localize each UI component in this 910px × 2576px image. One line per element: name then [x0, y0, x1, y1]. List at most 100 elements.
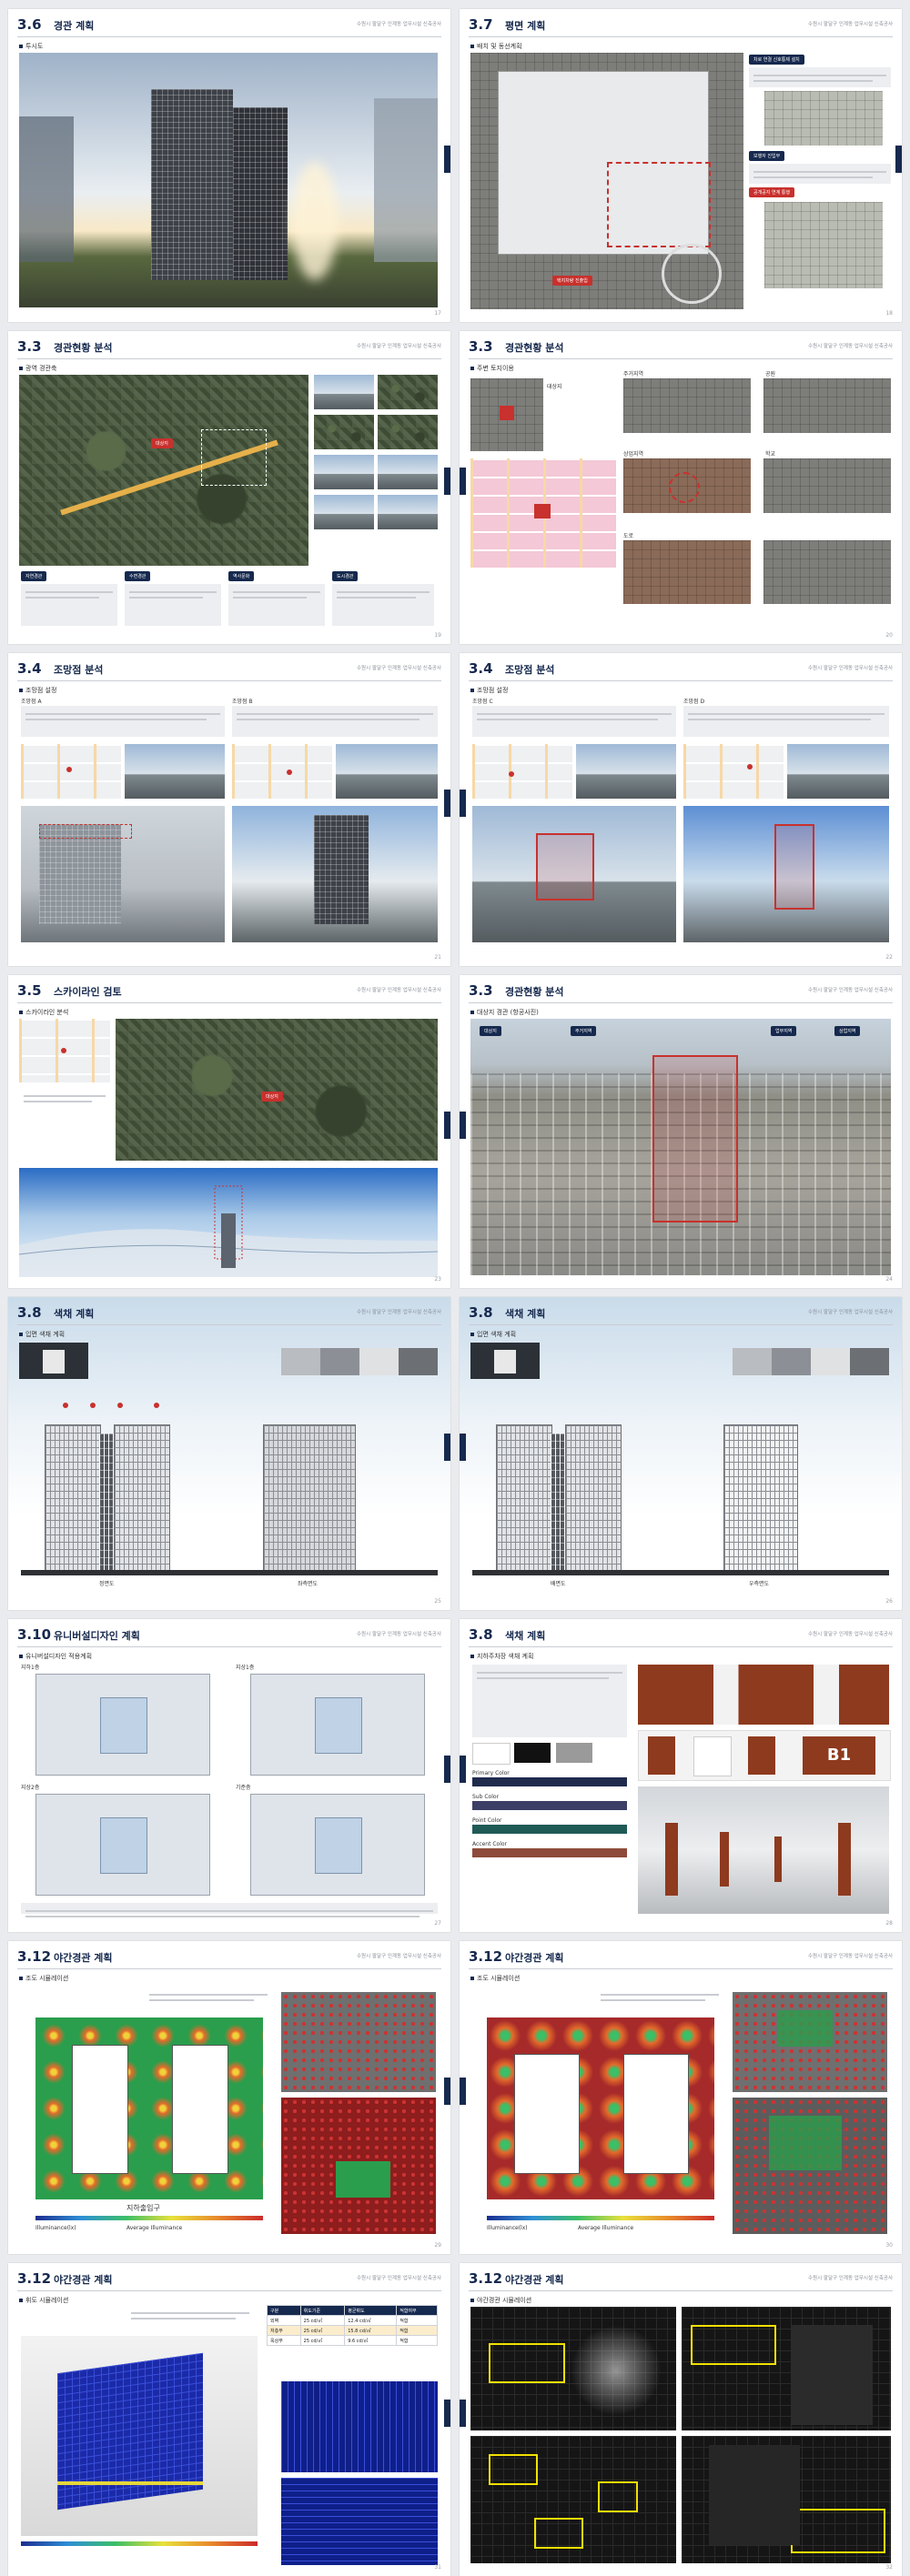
page-title: 색채 계획	[505, 1630, 546, 1642]
page-landscape-plan: 3.6 경관 계획 수원시 팔달구 인계동 업무시설 신축공사 투시도 17	[8, 9, 450, 322]
label-residential: 주거지역	[623, 371, 644, 377]
label-commercial: 상업지역	[623, 451, 644, 458]
legend-average: Average Illuminance	[578, 2225, 634, 2231]
section-subtitle: 조도 시뮬레이션	[19, 1974, 68, 1983]
page-landscape-status-2: 3.3 경관현황 분석 수원시 팔달구 인계동 업무시설 신축공사 주변 토지이용 …	[460, 331, 902, 644]
callout-signal: 차로 연결 신호통제 설치	[749, 55, 804, 65]
col-a-title: 조망점 A	[21, 699, 42, 705]
header-rule	[17, 1002, 441, 1003]
ground-line	[472, 1570, 889, 1575]
section-subtitle: 입면 색채 계획	[19, 1330, 65, 1339]
project-name: 수원시 팔달구 인계동 업무시설 신축공사	[356, 2276, 441, 2281]
page-folio: 29	[434, 2242, 441, 2249]
page-folio: 21	[434, 954, 441, 961]
cell: 12.4 cd/㎡	[344, 2315, 398, 2326]
front-elevation	[45, 1424, 101, 1572]
cell: 적합	[396, 2315, 438, 2326]
luminance-legend	[21, 2541, 258, 2546]
project-name: 수원시 팔달구 인계동 업무시설 신축공사	[356, 1632, 441, 1637]
cell: 25 cd/㎡	[299, 2325, 346, 2336]
render-facade	[281, 1992, 436, 2092]
page-number: 3.4	[469, 660, 493, 677]
page-title: 경관현황 분석	[54, 342, 113, 354]
swatch-black	[514, 1743, 551, 1763]
project-name: 수원시 팔달구 인계동 업무시설 신축공사	[356, 344, 441, 349]
plan-1f	[250, 1674, 425, 1776]
table-row: 외벽 25 cd/㎡ 12.4 cd/㎡ 적합	[267, 2315, 438, 2326]
bar-sub	[472, 1801, 627, 1810]
luminance-render-2	[281, 2381, 438, 2472]
page-number: 3.6	[17, 16, 42, 33]
right-elevation	[723, 1424, 798, 1572]
th-category: 구분	[267, 2305, 301, 2316]
legend-history: 역사문화	[228, 571, 255, 581]
th-result: 적합여부	[396, 2305, 438, 2316]
page-floor-plan: 3.7 평면 계획 수원시 팔달구 인계동 업무시설 신축공사 배치 및 동선계획 …	[460, 9, 902, 322]
header-rule	[469, 1002, 893, 1003]
illuminance-legend	[487, 2216, 714, 2220]
map-b	[232, 744, 332, 799]
project-name: 수원시 팔달구 인계동 업무시설 신축공사	[356, 1310, 441, 1315]
page-number: 3.12	[17, 2270, 52, 2287]
page-title: 경관 계획	[54, 20, 95, 32]
desc-text	[125, 584, 221, 626]
legend-illuminance: Illuminance(lx)	[35, 2225, 76, 2231]
key-plan-thumb	[470, 1343, 540, 1379]
label-front: 정면도	[99, 1581, 115, 1587]
skyline-notes	[19, 1088, 110, 1161]
page-number: 3.8	[469, 1626, 493, 1643]
page-title: 색채 계획	[54, 1308, 95, 1320]
sim-notes	[126, 2305, 254, 2332]
section-subtitle: 대상지 경관 (항공사진)	[470, 1008, 539, 1017]
callout-vehicle: 택지차량 진출입	[552, 276, 592, 286]
luminance-table: 구분 휘도기준 평균휘도 적합여부 외벽 25 cd/㎡ 12.4 cd/㎡ 적합 저층부 2…	[267, 2305, 438, 2346]
page-title: 평면 계획	[505, 20, 546, 32]
location-map	[19, 1019, 110, 1082]
page-title: 조망점 분석	[54, 664, 104, 676]
project-name: 수원시 팔달구 인계동 업무시설 신축공사	[356, 22, 441, 27]
tag-office: 업무지역	[771, 1026, 797, 1036]
landuse-photo-2	[763, 378, 891, 433]
parking-sign-set	[638, 1665, 889, 1725]
section-subtitle: 야간경관 시뮬레이션	[470, 2296, 531, 2305]
tag-site: 대상지	[480, 1026, 501, 1036]
cell: 25 cd/㎡	[299, 2315, 346, 2326]
section-subtitle: 유니버설디자인 적용계획	[19, 1652, 92, 1661]
section-subtitle: 조망점 설정	[470, 686, 508, 695]
page-number: 3.12	[17, 1948, 52, 1965]
col-b-title: 조망점 B	[232, 699, 253, 705]
table-row: 저층부 25 cd/㎡ 15.8 cd/㎡ 적합	[267, 2325, 438, 2336]
marker	[154, 1403, 159, 1408]
landuse-photo-5	[623, 540, 751, 604]
section-tab	[895, 146, 902, 173]
landuse-photo-3	[623, 458, 751, 513]
section-tab	[460, 468, 466, 495]
cell: 적합	[396, 2335, 438, 2346]
header-rule	[17, 1324, 441, 1325]
photo-a	[125, 744, 225, 799]
legend-urban: 도시경관	[332, 571, 359, 581]
oblique-aerial-photo: 대상지 주거지역 업무지역 상업지역	[470, 1019, 891, 1275]
thumb-5	[314, 455, 374, 489]
front-elevation-b	[114, 1424, 170, 1572]
project-name: 수원시 팔달구 인계동 업무시설 신축공사	[807, 344, 893, 349]
page-night-landscape-2: 3.12 야간경관 계획 수원시 팔달구 인계동 업무시설 신축공사 조도 시뮬레이…	[460, 1941, 902, 2254]
desc-text	[332, 584, 434, 626]
page-number: 3.10	[17, 1626, 52, 1643]
project-name: 수원시 팔달구 인계동 업무시설 신축공사	[807, 22, 893, 27]
section-tab	[460, 2400, 466, 2427]
project-name: 수원시 팔달구 인계동 업무시설 신축공사	[807, 1632, 893, 1637]
section-tab	[444, 1756, 450, 1783]
section-subtitle: 배치 및 동선계획	[470, 42, 522, 51]
night-render-1	[470, 2307, 676, 2430]
label-entrance: 지하출입구	[126, 2204, 160, 2212]
bar-label-sub: Sub Color	[472, 1794, 499, 1800]
skyline-aerial: 대상지	[116, 1019, 438, 1161]
plan-label-1f: 지상1층	[236, 1665, 255, 1671]
section-tab	[444, 146, 450, 173]
thumb-2	[378, 375, 438, 409]
page-folio: 19	[434, 632, 441, 639]
page-title: 경관현황 분석	[505, 986, 564, 998]
document-sheet: 3.6 경관 계획 수원시 팔달구 인계동 업무시설 신축공사 투시도 17 3.7…	[0, 0, 910, 2576]
cell: 9.6 cd/㎡	[344, 2335, 398, 2346]
